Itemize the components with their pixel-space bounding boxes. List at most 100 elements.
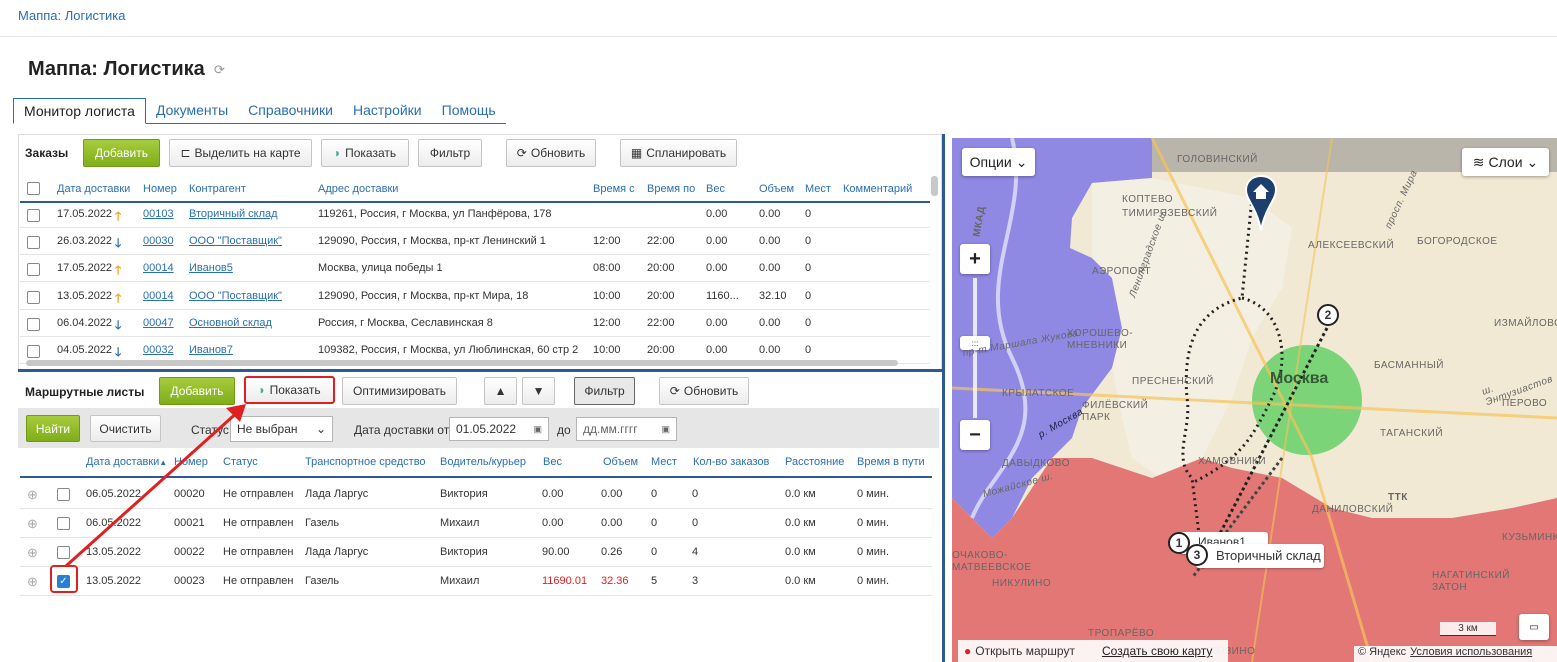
expand-icon[interactable]: ⊕ (27, 487, 38, 503)
cell-num[interactable]: 00030 (143, 235, 174, 247)
zoom-in-button[interactable]: + (960, 244, 990, 274)
col-header[interactable]: Объем (759, 183, 794, 195)
map-layers-button[interactable]: ≋ Слои ⌄ (1462, 148, 1549, 176)
cell-date: 04.05.2022 (57, 344, 113, 356)
tab-settings[interactable]: Настройки (342, 98, 432, 124)
cell-w: 0.00 (706, 208, 728, 220)
scrollbar-horizontal[interactable] (26, 360, 898, 366)
divider (0, 36, 1557, 37)
col-header[interactable]: Кол-во заказов (693, 456, 769, 468)
row-checkbox[interactable] (27, 317, 40, 331)
cell-contr[interactable]: ООО "Поставщик" (189, 290, 282, 302)
map-label: ДАВЫДКОВО (1002, 458, 1070, 469)
orders-add-button[interactable]: Добавить (83, 139, 160, 167)
tab-help[interactable]: Помощь (431, 98, 506, 124)
col-header[interactable]: Мест (805, 183, 831, 195)
cell-from: 12:00 (593, 316, 621, 329)
tab-documents[interactable]: Документы (145, 98, 239, 124)
map-label: ФИЛЁВСКИЙ ПАРК (1082, 400, 1149, 423)
col-header[interactable]: Номер (143, 183, 177, 195)
breadcrumb[interactable]: Маппа: Логистика (18, 8, 125, 23)
cell-contr[interactable]: Иванов5 (189, 262, 233, 274)
cell-w: 0.00 (542, 517, 564, 529)
plan-button[interactable]: ▦ Спланировать (620, 139, 737, 167)
tab-references[interactable]: Справочники (238, 98, 343, 124)
row-checkbox[interactable] (27, 345, 40, 358)
orders-filter-button[interactable]: Фильтр (418, 139, 482, 167)
cell-contr[interactable]: Основной склад (189, 317, 272, 329)
row-checkbox[interactable] (27, 263, 40, 277)
cell-num[interactable]: 00103 (143, 208, 174, 220)
calendar-icon[interactable]: ▣ (661, 424, 670, 435)
date-to-placeholder: дд.мм.гггг (583, 422, 638, 436)
col-header[interactable]: Контрагент (189, 183, 246, 195)
button-label: Обновить (530, 146, 586, 160)
highlight-on-map-button[interactable]: ⊏ Выделить на карте (169, 139, 312, 167)
row-checkbox[interactable] (27, 209, 40, 222)
orders-refresh-button[interactable]: ⟳ Обновить (506, 139, 596, 167)
col-header[interactable]: Транспортное средство (305, 456, 426, 468)
col-header[interactable]: Мест (651, 456, 677, 468)
map-label: ПРЕСНЕНСКИЙ (1132, 376, 1214, 387)
col-header[interactable]: Время по (647, 183, 695, 195)
routes-refresh-button[interactable]: ⟳ Обновить (659, 377, 749, 405)
cell-from: 10:00 (593, 289, 621, 302)
annotation-arrow (64, 404, 246, 568)
date-from-input[interactable]: 01.05.2022 ▣ (449, 417, 549, 441)
tab-monitor[interactable]: Монитор логиста (13, 98, 146, 124)
orders-show-button[interactable]: ◗ Показать (321, 139, 409, 167)
cell-time: 0 мин. (857, 575, 890, 587)
splitter-vertical[interactable] (942, 134, 945, 662)
col-header[interactable]: Комментарий (843, 183, 912, 195)
col-header[interactable]: Время в пути (857, 456, 925, 468)
terms-link[interactable]: Условия использования (1410, 646, 1532, 662)
row-checkbox[interactable] (27, 236, 40, 250)
calendar-icon[interactable]: ▣ (533, 424, 542, 435)
col-header[interactable]: Водитель/курьер (440, 456, 526, 468)
button-label: Выделить на карте (194, 146, 301, 160)
zoom-out-button[interactable]: − (960, 420, 990, 450)
col-header[interactable]: Дата доставки (57, 183, 130, 195)
open-route-link[interactable]: ● Открыть маршрут (958, 640, 1098, 662)
expand-icon[interactable]: ⊕ (27, 545, 38, 561)
col-header[interactable]: Вес (543, 456, 562, 468)
map-label: ХАМОВНИКИ (1198, 456, 1267, 467)
cell-vehicle: Лада Ларгус (305, 488, 369, 500)
refresh-icon[interactable]: ⟳ (214, 62, 225, 78)
map[interactable]: Опции ⌄ ≋ Слои ⌄ + ::: − ГОЛОВИНСКИЙ КОПТЕВ… (952, 138, 1557, 662)
date-to-input[interactable]: дд.мм.гггг ▣ (576, 417, 677, 441)
chevron-down-icon: ⌄ (1526, 153, 1539, 170)
cell-contr[interactable]: ООО "Поставщик" (189, 235, 282, 247)
row-checkbox[interactable] (27, 290, 40, 304)
cell-num[interactable]: 00032 (143, 344, 174, 356)
cell-num[interactable]: 00014 (143, 262, 174, 274)
cell-num[interactable]: 00047 (143, 317, 174, 329)
home-marker-icon[interactable] (1244, 174, 1278, 232)
optimize-button[interactable]: Оптимизировать (342, 377, 457, 405)
expand-icon[interactable]: ⊕ (27, 574, 38, 590)
move-down-button[interactable]: ▼ (522, 377, 555, 405)
col-header[interactable]: Объем (603, 456, 638, 468)
col-header[interactable]: Расстояние (785, 456, 844, 468)
map-label: ТАГАНСКИЙ (1380, 428, 1444, 439)
expand-icon[interactable]: ⊕ (27, 516, 38, 532)
map-options-button[interactable]: Опции ⌄ (962, 148, 1035, 176)
splitter-horizontal[interactable] (18, 369, 942, 372)
move-up-button[interactable]: ▲ (484, 377, 517, 405)
routes-filter-button[interactable]: Фильтр (574, 377, 635, 405)
col-header[interactable]: Вес (706, 183, 725, 195)
ruler-icon[interactable]: ▭ (1519, 614, 1549, 640)
cell-contr[interactable]: Вторичный склад (189, 208, 278, 220)
route-marker[interactable]: 3 (1186, 544, 1208, 566)
cell-dist: 0.0 км (785, 517, 816, 529)
route-marker[interactable]: 2 (1317, 304, 1339, 326)
scrollbar-vertical[interactable] (931, 176, 938, 196)
col-header[interactable]: Время с (593, 183, 635, 195)
cell-to: 20:00 (647, 344, 675, 356)
select-all-checkbox[interactable] (27, 182, 40, 195)
cell-n: 0 (692, 488, 699, 500)
create-map-link[interactable]: Создать свою карту (1098, 640, 1228, 662)
col-header[interactable]: Адрес доставки (318, 183, 398, 195)
cell-num[interactable]: 00014 (143, 290, 174, 302)
cell-contr[interactable]: Иванов7 (189, 344, 233, 356)
